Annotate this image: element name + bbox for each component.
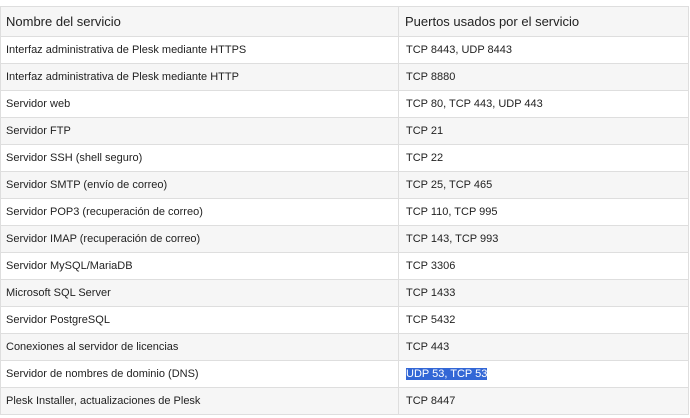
table-row: Servidor PostgreSQL TCP 5432	[0, 306, 689, 334]
table-row: Servidor IMAP (recuperación de correo) T…	[0, 225, 689, 253]
ports-cell: TCP 80, TCP 443, UDP 443	[398, 90, 689, 118]
service-name-cell: Servidor de nombres de dominio (DNS)	[0, 360, 399, 388]
table-row: Plesk Installer, actualizaciones de Ples…	[0, 387, 689, 415]
table-row: Servidor SMTP (envío de correo) TCP 25, …	[0, 171, 689, 199]
table-body: Interfaz administrativa de Plesk mediant…	[0, 36, 689, 415]
service-name-cell: Plesk Installer, actualizaciones de Ples…	[0, 387, 399, 415]
service-name-cell: Servidor IMAP (recuperación de correo)	[0, 225, 399, 253]
ports-cell: TCP 110, TCP 995	[398, 198, 689, 226]
service-name-cell: Servidor POP3 (recuperación de correo)	[0, 198, 399, 226]
ports-cell: TCP 1433	[398, 279, 689, 307]
table-header-row: Nombre del servicio Puertos usados por e…	[0, 6, 689, 37]
ports-cell: TCP 25, TCP 465	[398, 171, 689, 199]
column-header-ports: Puertos usados por el servicio	[398, 6, 689, 37]
service-name-cell: Servidor SSH (shell seguro)	[0, 144, 399, 172]
table-row: Interfaz administrativa de Plesk mediant…	[0, 36, 689, 64]
table-row: Microsoft SQL Server TCP 1433	[0, 279, 689, 307]
ports-cell: TCP 22	[398, 144, 689, 172]
ports-cell: UDP 53, TCP 53	[398, 360, 689, 388]
service-name-cell: Microsoft SQL Server	[0, 279, 399, 307]
ports-cell: TCP 8880	[398, 63, 689, 91]
page: Nombre del servicio Puertos usados por e…	[0, 0, 690, 418]
selected-text[interactable]: UDP 53, TCP 53	[406, 368, 488, 380]
ports-cell: TCP 21	[398, 117, 689, 145]
table-row: Servidor MySQL/MariaDB TCP 3306	[0, 252, 689, 280]
ports-cell: TCP 443	[398, 333, 689, 361]
column-header-service: Nombre del servicio	[0, 6, 399, 37]
service-name-cell: Conexiones al servidor de licencias	[0, 333, 399, 361]
ports-cell: TCP 8443, UDP 8443	[398, 36, 689, 64]
service-name-cell: Interfaz administrativa de Plesk mediant…	[0, 36, 399, 64]
ports-cell: TCP 5432	[398, 306, 689, 334]
service-name-cell: Servidor FTP	[0, 117, 399, 145]
service-name-cell: Servidor MySQL/MariaDB	[0, 252, 399, 280]
table-row: Servidor de nombres de dominio (DNS) UDP…	[0, 360, 689, 388]
service-name-cell: Interfaz administrativa de Plesk mediant…	[0, 63, 399, 91]
table-row: Conexiones al servidor de licencias TCP …	[0, 333, 689, 361]
table-row: Servidor SSH (shell seguro) TCP 22	[0, 144, 689, 172]
table-row: Servidor POP3 (recuperación de correo) T…	[0, 198, 689, 226]
table-row: Servidor FTP TCP 21	[0, 117, 689, 145]
service-ports-table: Nombre del servicio Puertos usados por e…	[0, 6, 689, 415]
table-row: Interfaz administrativa de Plesk mediant…	[0, 63, 689, 91]
table-row: Servidor web TCP 80, TCP 443, UDP 443	[0, 90, 689, 118]
ports-cell: TCP 143, TCP 993	[398, 225, 689, 253]
ports-cell: TCP 3306	[398, 252, 689, 280]
service-name-cell: Servidor web	[0, 90, 399, 118]
service-name-cell: Servidor SMTP (envío de correo)	[0, 171, 399, 199]
service-name-cell: Servidor PostgreSQL	[0, 306, 399, 334]
ports-cell: TCP 8447	[398, 387, 689, 415]
